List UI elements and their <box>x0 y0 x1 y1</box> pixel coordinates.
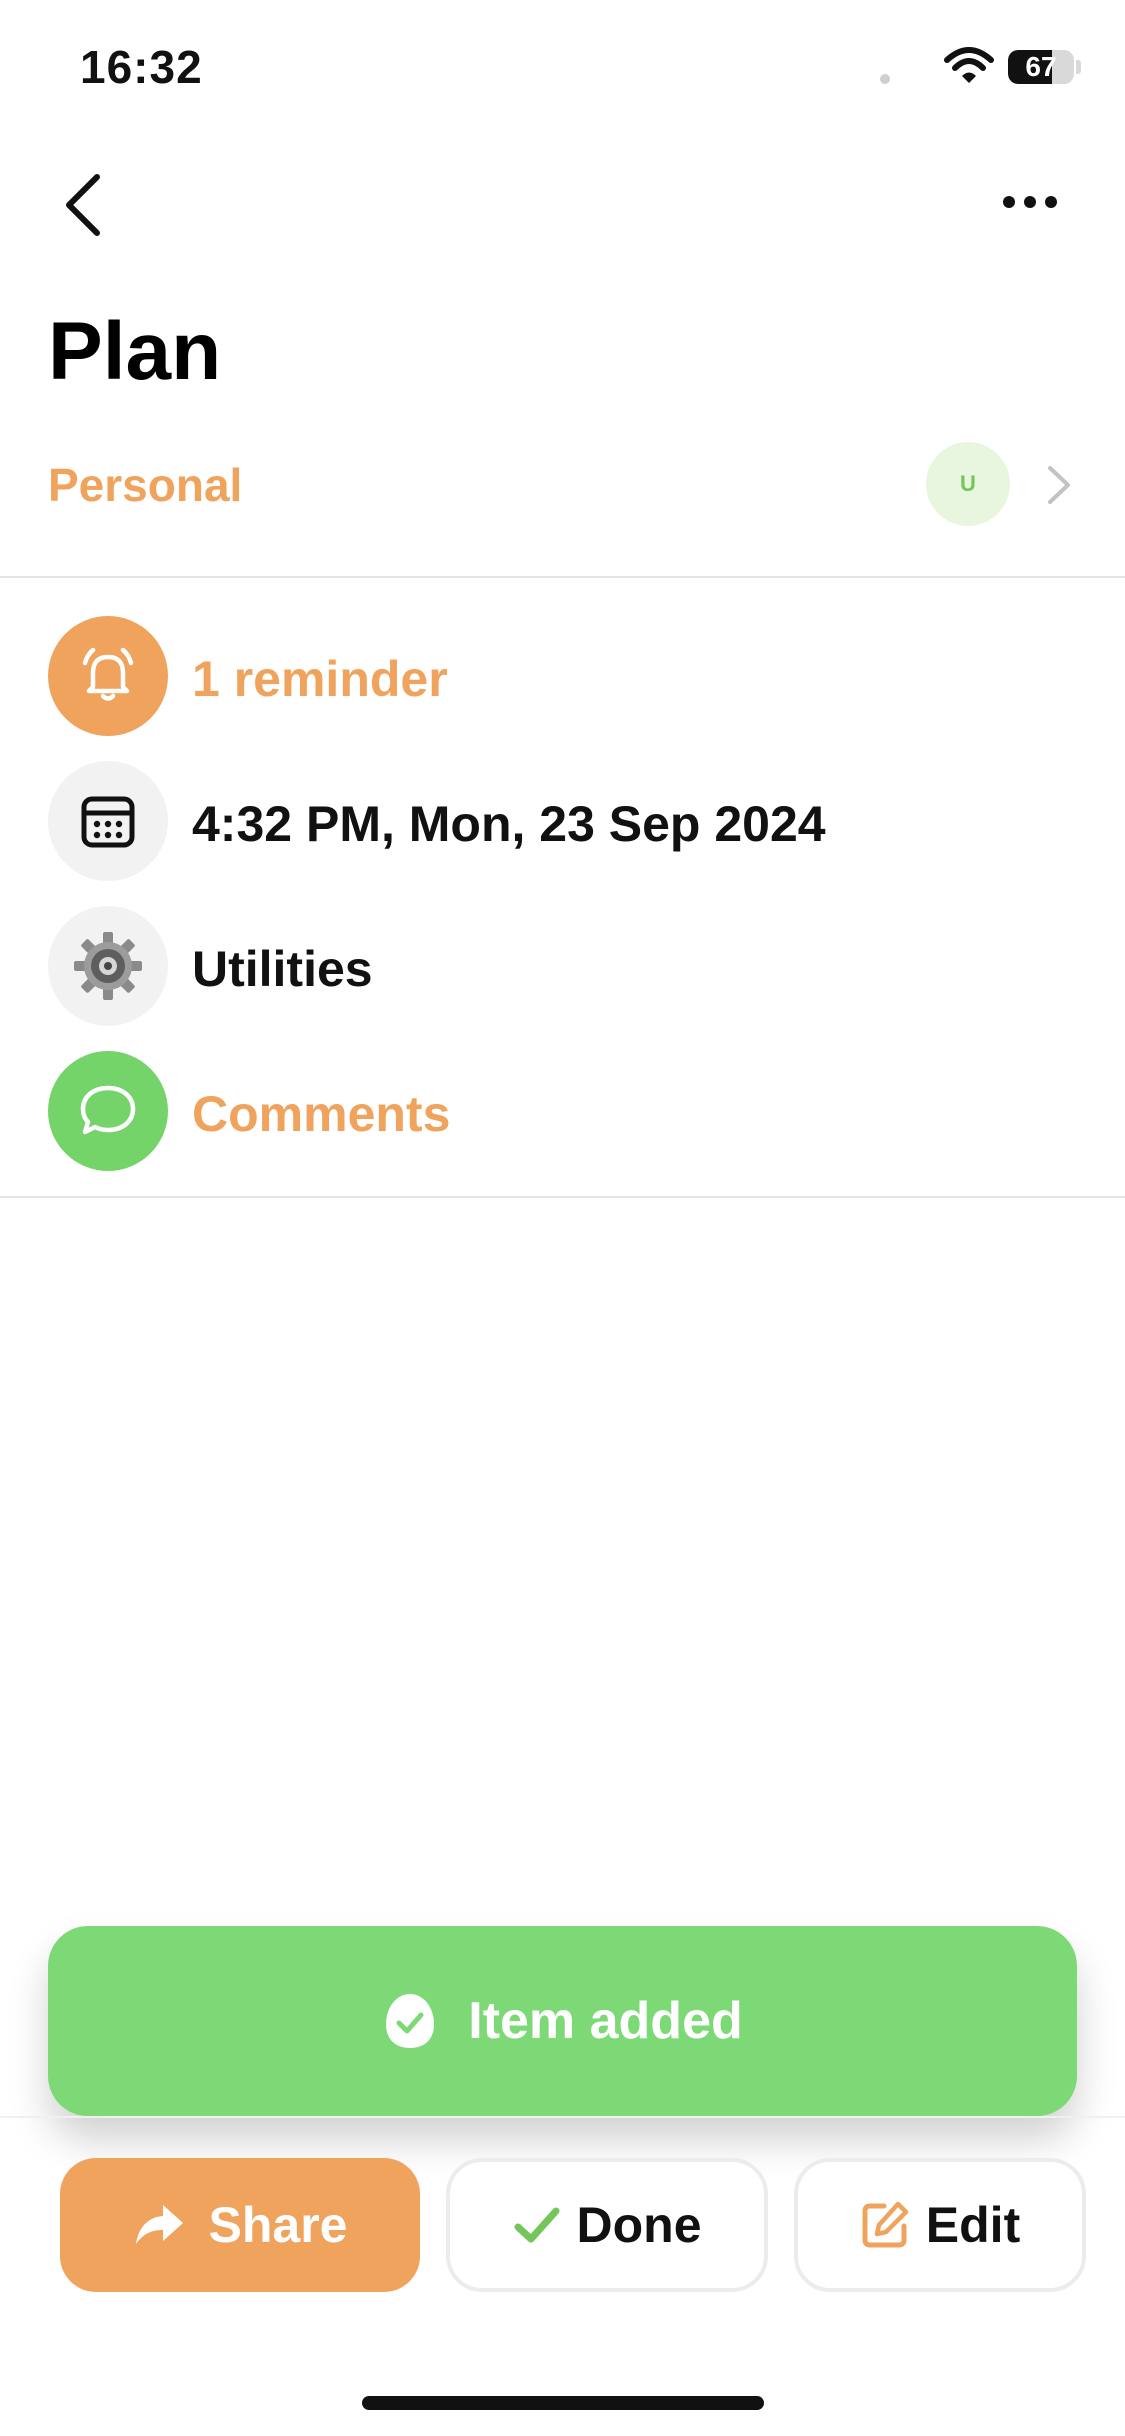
chat-bubble-icon <box>80 1085 136 1135</box>
avatar[interactable]: U <box>926 442 1010 526</box>
done-button[interactable]: Done <box>446 2158 768 2292</box>
battery-tip <box>1076 60 1081 74</box>
more-horizontal-icon <box>1003 196 1057 208</box>
back-button[interactable] <box>48 165 118 245</box>
divider <box>0 1196 1125 1198</box>
more-options-button[interactable] <box>990 172 1070 232</box>
share-arrow-icon <box>135 2205 183 2244</box>
list-selector[interactable]: Personal U <box>48 440 1088 530</box>
battery-indicator: 67 <box>1008 50 1074 84</box>
home-indicator[interactable] <box>362 2396 764 2410</box>
list-name: Personal <box>48 459 243 511</box>
wifi-icon <box>944 47 994 83</box>
toast-notification: Item added <box>48 1926 1077 2116</box>
page-title: Plan <box>48 306 222 397</box>
comments-row[interactable]: Comments <box>48 1051 1088 1171</box>
chevron-left-icon <box>66 174 100 236</box>
bottom-divider <box>0 2116 1125 2118</box>
edit-label: Edit <box>925 2197 1021 2253</box>
share-button[interactable]: Share <box>60 2158 420 2292</box>
category-text: Utilities <box>192 941 373 997</box>
chevron-right-icon <box>1048 466 1070 504</box>
share-label: Share <box>208 2197 348 2253</box>
status-time: 16:32 <box>80 41 203 93</box>
comments-icon-circle <box>48 1051 168 1171</box>
toast-text: Item added <box>468 1992 743 2050</box>
status-bar: 16:32 67 <box>0 0 1125 140</box>
check-circle-icon <box>386 1994 435 2048</box>
battery-level: 67 <box>1025 51 1057 82</box>
bell-icon <box>82 647 134 701</box>
reminder-row[interactable]: 1 reminder <box>48 616 1088 736</box>
gear-icon <box>74 932 142 1000</box>
divider <box>0 576 1125 578</box>
status-dot <box>880 74 890 84</box>
checkmark-icon <box>514 2207 559 2243</box>
date-icon-circle <box>48 761 168 881</box>
category-icon-circle <box>48 906 168 1026</box>
edit-icon <box>862 2201 909 2248</box>
done-label: Done <box>576 2197 702 2253</box>
date-text: 4:32 PM, Mon, 23 Sep 2024 <box>192 796 826 852</box>
calendar-icon <box>81 796 135 848</box>
date-row[interactable]: 4:32 PM, Mon, 23 Sep 2024 <box>48 761 1088 881</box>
category-row[interactable]: Utilities <box>48 906 1088 1026</box>
comments-text: Comments <box>192 1086 451 1142</box>
reminder-text: 1 reminder <box>192 651 448 707</box>
reminder-icon-circle <box>48 616 168 736</box>
edit-button[interactable]: Edit <box>794 2158 1086 2292</box>
